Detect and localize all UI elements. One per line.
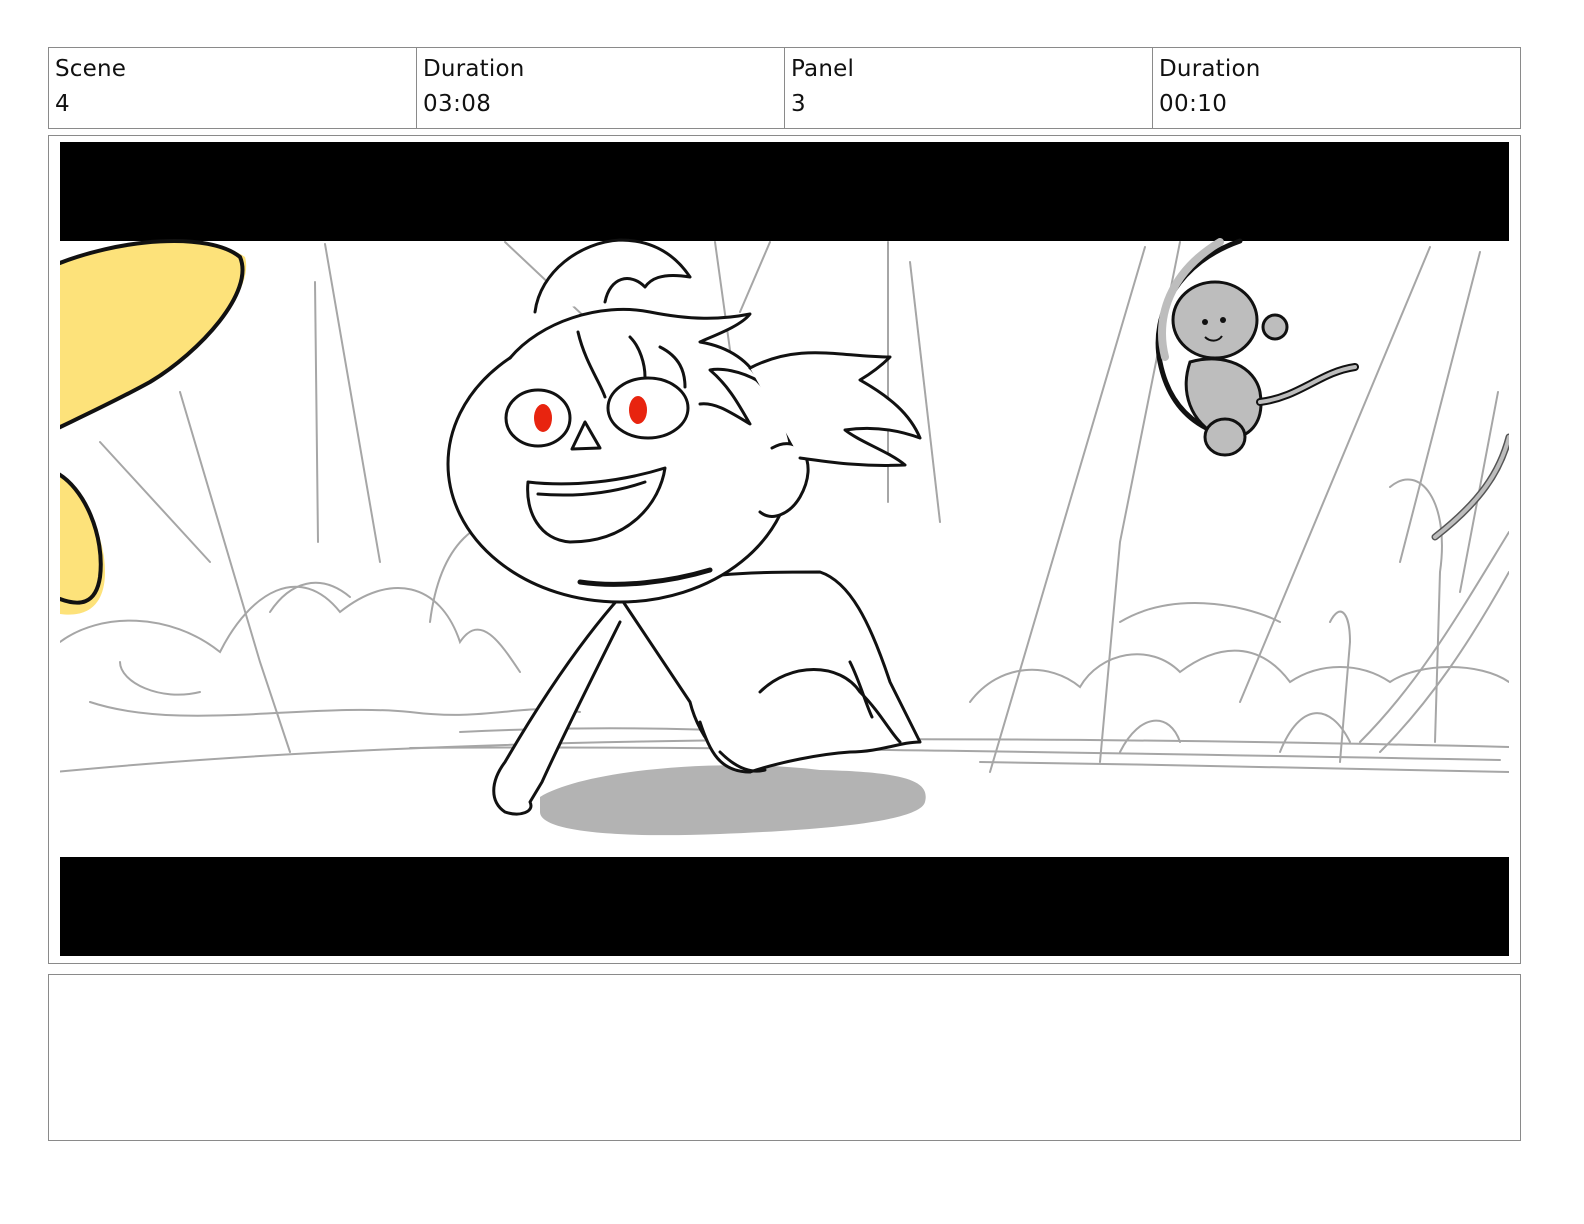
sketch-drawing	[60, 142, 1509, 956]
scene-label: Scene	[55, 56, 127, 82]
letterbox-top	[60, 142, 1509, 241]
scene-duration-value[interactable]: 03:08	[423, 89, 784, 119]
storyboard-sketch-image[interactable]	[60, 142, 1509, 956]
storyboard-page: Scene 4 Duration 03:08 Panel 3 Duration …	[0, 0, 1584, 1224]
panel-duration-label: Duration	[1159, 56, 1261, 82]
scene-duration-cell: Duration 03:08	[417, 48, 785, 128]
scene-cell: Scene 4	[49, 48, 417, 128]
panel-frame	[48, 135, 1521, 964]
scene-value[interactable]: 4	[55, 89, 416, 119]
scene-duration-label: Duration	[423, 56, 525, 82]
panel-cell: Panel 3	[785, 48, 1153, 128]
letterbox-bottom	[60, 857, 1509, 956]
panel-value[interactable]: 3	[791, 89, 1152, 119]
panel-label: Panel	[791, 56, 855, 82]
picture-area	[60, 241, 1509, 857]
panel-notes-box[interactable]	[48, 974, 1521, 1141]
panel-info-table: Scene 4 Duration 03:08 Panel 3 Duration …	[48, 47, 1521, 129]
panel-duration-cell: Duration 00:10	[1153, 48, 1520, 128]
panel-duration-value[interactable]: 00:10	[1159, 89, 1520, 119]
